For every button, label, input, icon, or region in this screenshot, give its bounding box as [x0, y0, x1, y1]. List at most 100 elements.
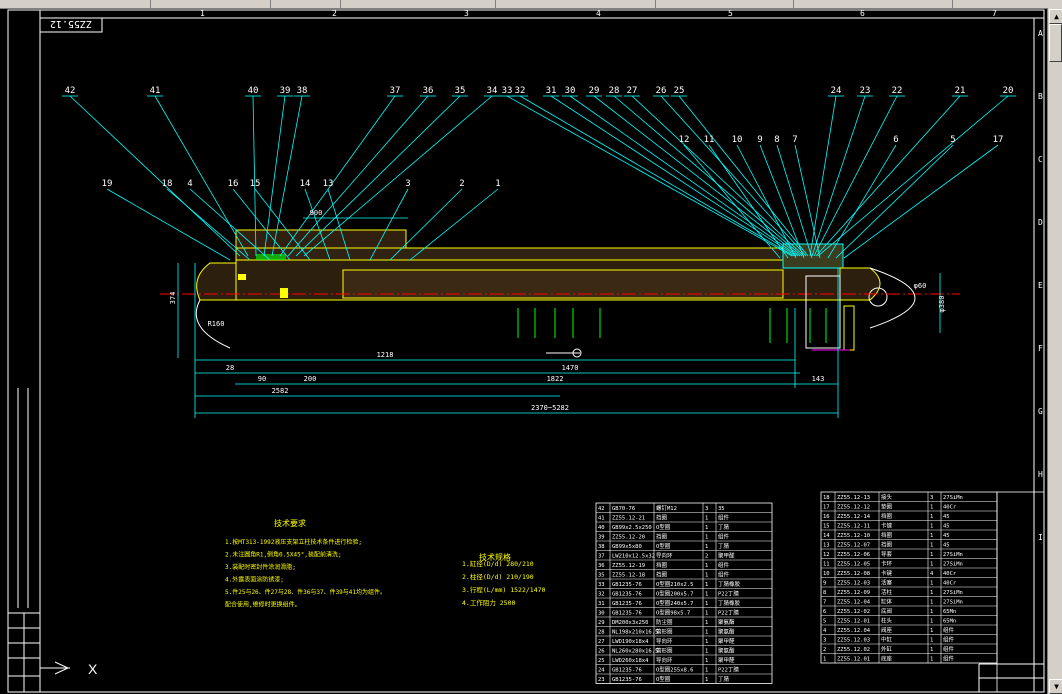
- bom-left-cell: ZZ55.12-18: [612, 573, 645, 579]
- bom-right-cell: 挡圈: [881, 531, 893, 539]
- dimension-d7: 200: [304, 375, 317, 383]
- bom-left-cell: 1: [705, 535, 708, 541]
- balloon-32: 32: [515, 86, 526, 96]
- bom-left-cell: 1: [705, 649, 708, 655]
- balloon-27: 27: [627, 86, 638, 96]
- bom-right-cell: 垫圈: [881, 503, 893, 511]
- technical-notes: 技术要求 1.按MT313-1992液压支架立柱技术条件进行检验; 2.未注圆角R…: [225, 518, 386, 609]
- bom-right-cell: 组件: [943, 645, 955, 653]
- bom-right-cell: 卡键: [881, 522, 893, 530]
- bom-left-cell: GB1235-76: [612, 611, 642, 617]
- bom-right-cell: 15: [823, 524, 830, 530]
- bom-right-cell: 7: [823, 600, 826, 606]
- bom-right-cell: ZZ55.12-11: [837, 524, 870, 530]
- bom-left-cell: 组件: [718, 561, 730, 569]
- balloon-9: 9: [757, 135, 762, 145]
- balloon-37: 37: [390, 86, 401, 96]
- grid-number-label: 2: [332, 9, 337, 18]
- bom-right-cell: 1: [930, 552, 933, 558]
- bom-right-cell: 27SiMn: [943, 552, 963, 558]
- bom-left-cell: O型圈200x5.7: [656, 590, 694, 598]
- cad-drawing-canvas[interactable]: ZZ55.12 12345678ABCDEFGHI 42414039383736…: [0, 8, 1047, 694]
- bom-right-cell: 组件: [943, 655, 955, 663]
- grid-letter-label: C: [1038, 155, 1043, 164]
- bom-left-cell: GB1235-76: [612, 592, 642, 598]
- bom-left-cell: 聚甲醛: [718, 656, 735, 664]
- spec-line: 1.缸径(D/d) 280/210: [462, 559, 534, 568]
- bom-right-cell: ZZ55.12-02: [837, 609, 870, 615]
- bom-right-cell: 挡圈: [881, 541, 893, 549]
- bom-right-cell: ZZ55.12-12: [837, 505, 870, 511]
- balloon-36: 36: [423, 86, 434, 96]
- bom-left-cell: GB99x2.5x250: [612, 525, 652, 531]
- bom-left-cell: 1: [705, 658, 708, 664]
- bom-left-cell: 1: [705, 611, 708, 617]
- balloon-38: 38: [297, 86, 308, 96]
- bom-right-cell: 1: [930, 590, 933, 596]
- bom-left-cell: 30: [598, 611, 605, 617]
- balloon-5: 5: [950, 135, 955, 145]
- balloon-1: 1: [495, 179, 500, 189]
- bom-right-cell: ZZ55.12.04: [837, 628, 871, 634]
- bom-right-cell: 中缸: [881, 636, 893, 644]
- bom-right-cell: 40Cr: [943, 505, 957, 511]
- balloon-13: 13: [323, 179, 334, 189]
- ucs-icon: X: [40, 661, 98, 677]
- bom-left-cell: O型圈: [656, 542, 671, 550]
- bom-left-cell: LWD190x18x4: [612, 639, 649, 645]
- bom-left-cell: 3: [705, 506, 708, 512]
- grid-number-label: 1: [200, 9, 205, 18]
- bom-left-cell: 挡圈: [656, 514, 668, 522]
- bom-left-cell: 聚甲醛: [718, 552, 735, 560]
- bom-right-cell: 45: [943, 524, 950, 530]
- dimension-d12: φ60: [914, 282, 927, 290]
- balloon-10: 10: [732, 135, 743, 145]
- bom-right-cell: 27SiMn: [943, 562, 963, 568]
- bom-left-cell: GB99x5x80: [612, 544, 642, 550]
- bom-right-cell: 6: [823, 609, 826, 615]
- bom-left-cell: 1: [705, 516, 708, 522]
- scroll-thumb[interactable]: [1049, 24, 1062, 62]
- bom-left-cell: 挡圈: [656, 533, 668, 541]
- bom-left-cell: O型圈210x2.5: [656, 580, 694, 588]
- bom-right-cell: 接头: [881, 493, 893, 501]
- bom-left-cell: 导向环: [656, 637, 673, 645]
- bom-left-cell: 1: [705, 677, 708, 683]
- scroll-up-arrow-icon[interactable]: ▲: [1049, 9, 1062, 24]
- grid-letter-label: I: [1038, 533, 1043, 542]
- seal-marker: [280, 288, 288, 298]
- bom-left-cell: P22丁腈: [718, 666, 739, 674]
- balloon-29: 29: [589, 86, 600, 96]
- bom-left-cell: 1: [705, 668, 708, 674]
- bom-left-cell: O型圈255x8.6: [656, 666, 694, 674]
- bom-right-cell: ZZ55.12-10: [837, 533, 870, 539]
- bom-left-cell: 1: [705, 573, 708, 579]
- spec-line: 3.行程(L/mm) 1522/1470: [462, 585, 546, 594]
- vertical-scrollbar[interactable]: ▲ ▼: [1047, 8, 1062, 694]
- bom-left-cell: 35: [718, 506, 725, 512]
- bom-right-cell: 1: [930, 514, 933, 520]
- bom-right-cell: 65Mn: [943, 619, 956, 625]
- grid-number-label: 3: [464, 9, 469, 18]
- seal-marker: [238, 274, 246, 280]
- bom-right-cell: 1: [930, 562, 933, 568]
- scroll-down-arrow-icon[interactable]: ▼: [1049, 679, 1062, 694]
- bom-left-cell: 聚氨酯: [718, 647, 735, 655]
- bom-right-cell: 底座: [881, 655, 893, 663]
- bom-left-cell: 31: [598, 601, 605, 607]
- balloon-35: 35: [455, 86, 466, 96]
- balloon-17: 17: [993, 135, 1004, 145]
- toolbar-divider: [655, 0, 656, 8]
- bom-left-cell: 1: [705, 544, 708, 550]
- balloon-14: 14: [300, 179, 311, 189]
- balloon-16: 16: [228, 179, 239, 189]
- bom-left-cell: P22丁腈: [718, 590, 739, 598]
- bom-left-cell: 挡圈: [656, 561, 668, 569]
- bom-right-cell: ZZ55.12-13: [837, 495, 870, 501]
- bom-left-cell: GB1235-76: [612, 582, 642, 588]
- bom-left-cell: 42: [598, 506, 605, 512]
- bom-right-cell: 16: [823, 514, 830, 520]
- grid-letter-label: B: [1038, 92, 1043, 101]
- balloon-42: 42: [65, 86, 76, 96]
- dimension-d4: 143: [812, 375, 825, 383]
